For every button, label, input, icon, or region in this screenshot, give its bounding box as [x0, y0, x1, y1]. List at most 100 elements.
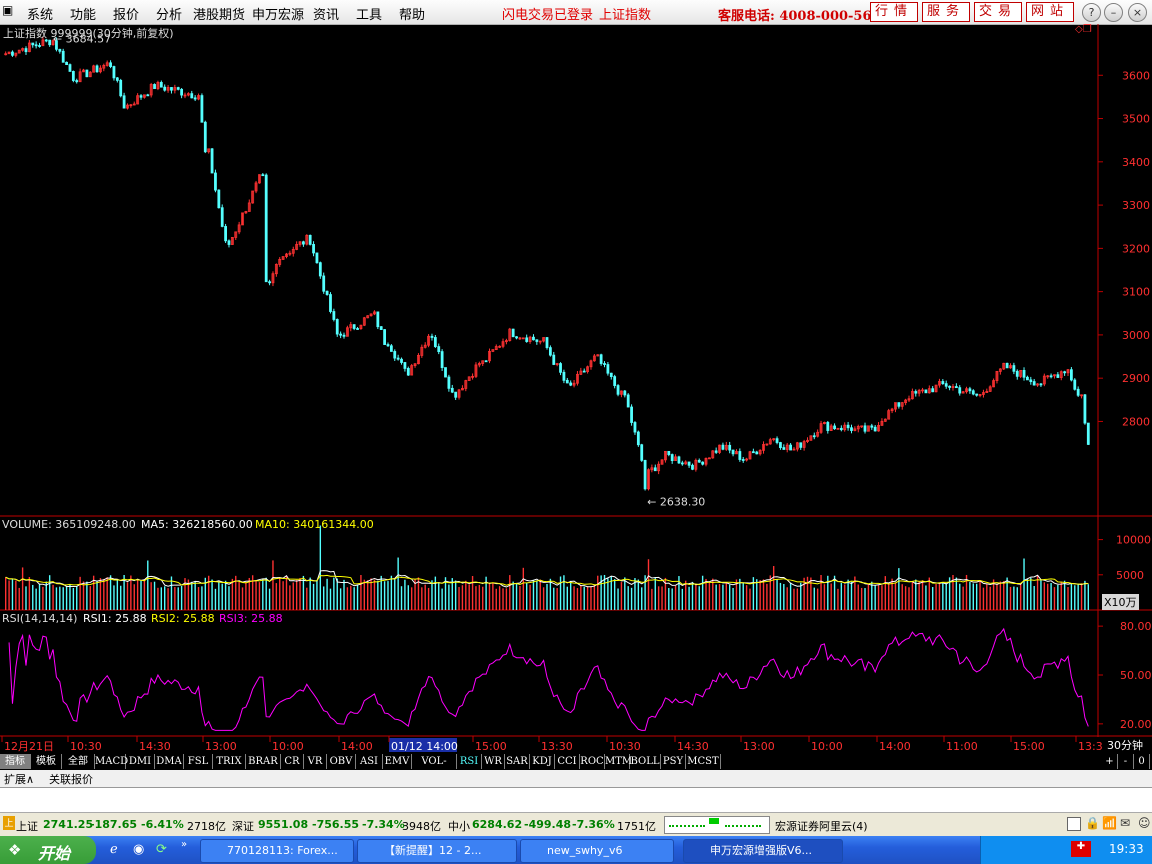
- tab-control-2[interactable]: 0: [1134, 754, 1150, 769]
- candle-body: [548, 347, 552, 356]
- menu-analysis[interactable]: 分析: [156, 4, 182, 23]
- task-reminder-label: 【新提醒】12 - 2...: [384, 844, 482, 857]
- flag-icon[interactable]: ✚: [1071, 841, 1091, 857]
- chrome-icon[interactable]: ◉: [133, 842, 144, 857]
- menu-tools[interactable]: 工具: [356, 4, 382, 23]
- refresh-icon[interactable]: ⟳: [156, 842, 167, 857]
- candle-body: [914, 391, 918, 394]
- tab-boll[interactable]: BOLL: [630, 754, 661, 769]
- alert-icon[interactable]: 上: [3, 816, 15, 830]
- time-label: 10:00: [272, 740, 304, 753]
- tab-mtm[interactable]: MTM: [605, 754, 632, 769]
- tab-trix[interactable]: TRIX: [213, 754, 246, 769]
- candle-body: [170, 87, 173, 91]
- lock-icon[interactable]: 🔒: [1085, 816, 1100, 830]
- tab-macd[interactable]: MACD: [95, 754, 128, 769]
- tab-cr[interactable]: CR: [281, 754, 304, 769]
- ie-icon[interactable]: ℯ: [110, 842, 118, 857]
- candle-body: [214, 172, 217, 191]
- task-folder[interactable]: new_swhy_v6: [520, 839, 674, 863]
- price-tick-label: 2800: [1122, 415, 1150, 428]
- tab-rsi[interactable]: RSI: [457, 754, 482, 769]
- minimize-icon[interactable]: –: [1104, 3, 1123, 22]
- sh-change: -187.65: [90, 818, 138, 831]
- candle-body: [227, 240, 231, 245]
- tab-模板[interactable]: 模板: [31, 754, 62, 769]
- help-icon[interactable]: ?: [1082, 3, 1101, 22]
- tab-wr[interactable]: WR: [482, 754, 505, 769]
- menu-news[interactable]: 资讯: [313, 4, 339, 23]
- menu-system[interactable]: 系统: [27, 4, 53, 23]
- message-icon[interactable]: ✉: [1120, 816, 1130, 830]
- menu-function[interactable]: 功能: [70, 4, 96, 23]
- tab-control-1[interactable]: -: [1118, 754, 1134, 769]
- tab-vol-tdx[interactable]: VOL-TDX: [412, 754, 457, 782]
- candle-body: [630, 406, 633, 423]
- website-button[interactable]: 网站: [1026, 2, 1074, 22]
- time-label: 12月21日: [4, 740, 54, 753]
- sz-change: -756.55: [312, 818, 360, 831]
- menu-quote[interactable]: 报价: [113, 4, 139, 23]
- start-button[interactable]: ❖ 开始: [0, 836, 96, 864]
- rsi-tick-label: 50.00: [1120, 669, 1152, 682]
- tab-emv[interactable]: EMV: [383, 754, 412, 769]
- service-button[interactable]: 服务: [922, 2, 970, 22]
- tab-cci[interactable]: CCI: [555, 754, 580, 769]
- tab-obv[interactable]: OBV: [327, 754, 356, 769]
- expand-tab[interactable]: 扩展∧: [4, 771, 34, 787]
- candle-body: [1083, 394, 1087, 424]
- tab-mcst[interactable]: MCST: [686, 754, 721, 769]
- tab-sar[interactable]: SAR: [505, 754, 530, 769]
- candle-body: [379, 326, 383, 330]
- quicklaunch-more-icon[interactable]: »: [181, 839, 187, 850]
- tab-brar[interactable]: BRAR: [246, 754, 281, 769]
- tab-vr[interactable]: VR: [304, 754, 327, 769]
- server-name[interactable]: 宏源证券阿里云(4): [775, 818, 868, 834]
- tab-指标[interactable]: 指标: [0, 754, 31, 769]
- task-swhy-label: 申万宏源增强版V6...: [710, 844, 813, 857]
- tab-dma[interactable]: DMA: [155, 754, 184, 769]
- related-quote-tab[interactable]: 关联报价: [49, 771, 93, 787]
- tab-control-0[interactable]: +: [1102, 754, 1118, 769]
- candle-body: [200, 95, 204, 123]
- window-icon[interactable]: [1067, 817, 1081, 831]
- menu-hk-futures[interactable]: 港股期货: [193, 4, 245, 23]
- app-logo-icon[interactable]: ▣: [2, 3, 13, 17]
- candle-body: [532, 336, 535, 341]
- price-tick-label: 3400: [1122, 156, 1150, 169]
- market-button[interactable]: 行情: [870, 2, 918, 22]
- task-swhy[interactable]: 申万宏源增强版V6...: [683, 839, 843, 863]
- rsi3-value: RSI3: 25.88: [219, 612, 283, 625]
- candle-body: [599, 354, 603, 364]
- volume-ma10: MA10: 340161344.00: [255, 518, 374, 531]
- price-tick-label: 3200: [1122, 242, 1150, 255]
- candle-body: [701, 461, 705, 465]
- tab-全部[interactable]: 全部: [62, 754, 95, 769]
- tab-kdj[interactable]: KDJ: [530, 754, 555, 769]
- tab-asi[interactable]: ASI: [356, 754, 383, 769]
- close-icon[interactable]: ×: [1128, 3, 1147, 22]
- candle-body: [339, 333, 343, 336]
- task-forex[interactable]: 770128113: Forex...: [200, 839, 354, 863]
- tab-fsl[interactable]: FSL: [184, 754, 213, 769]
- menu-swhy[interactable]: 申万宏源: [252, 4, 304, 23]
- candle-body: [400, 358, 403, 363]
- price-panel-title: 上证指数 999999(30分钟,前复权): [3, 27, 174, 40]
- index-notice[interactable]: 上证指数: [599, 4, 651, 23]
- tab-dmi[interactable]: DMI: [126, 754, 155, 769]
- low-marker-label: ← 2638.30: [647, 495, 705, 508]
- task-reminder[interactable]: 【新提醒】12 - 2...: [357, 839, 517, 863]
- candle-body: [437, 346, 441, 353]
- tab-roc[interactable]: ROC: [580, 754, 605, 769]
- extension-bar: 扩展∧ 关联报价: [0, 770, 1152, 788]
- sh-label: 上证: [16, 820, 38, 833]
- panel-maximize-icon[interactable]: ◇❐: [1075, 24, 1092, 35]
- tab-psy[interactable]: PSY: [661, 754, 686, 769]
- trade-button[interactable]: 交易: [974, 2, 1022, 22]
- candle-body: [833, 425, 836, 430]
- menu-help[interactable]: 帮助: [399, 4, 425, 23]
- person-icon[interactable]: ☺: [1138, 816, 1151, 830]
- chart-area[interactable]: ← 3684.57← 2638.30 360035003400330032003…: [0, 24, 1152, 754]
- time-label: 13:00: [743, 740, 775, 753]
- candle-body: [515, 336, 518, 339]
